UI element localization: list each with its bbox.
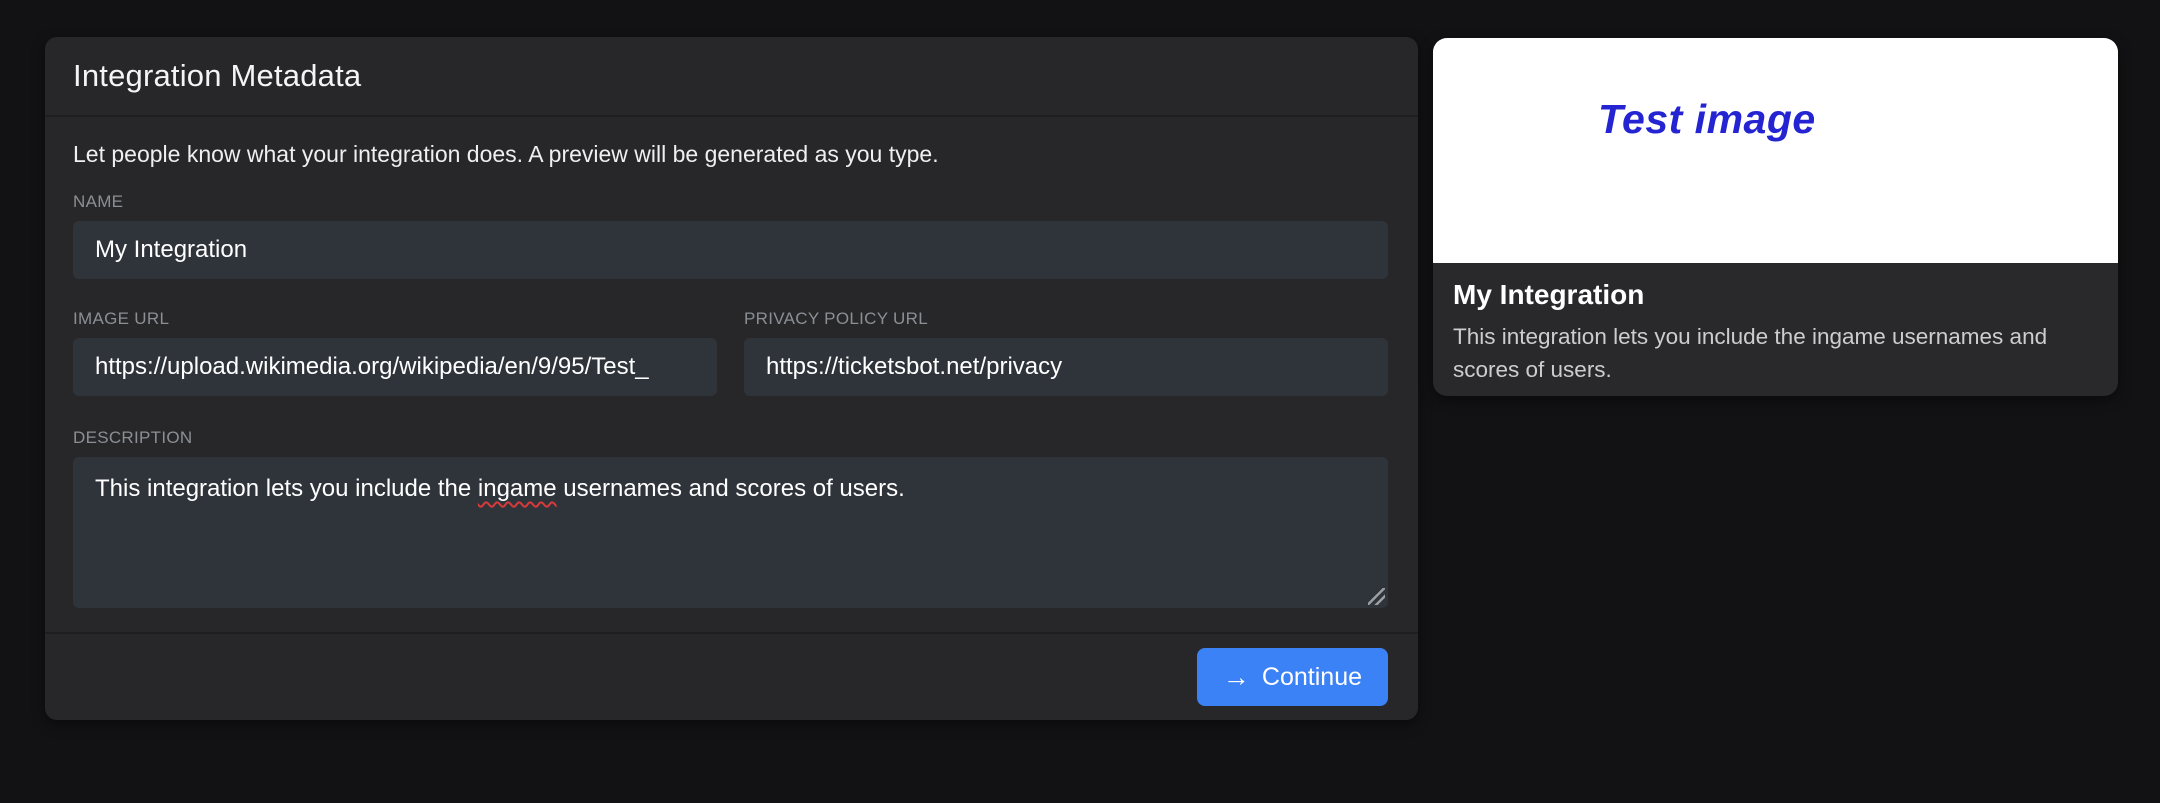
name-input[interactable]	[73, 221, 1388, 279]
description-label: DESCRIPTION	[73, 428, 1388, 448]
privacy-policy-url-label: PRIVACY POLICY URL	[744, 309, 1388, 329]
description-text-before: This integration lets you include the	[95, 475, 478, 502]
description-textarea[interactable]: This integration lets you include the in…	[73, 457, 1388, 608]
name-label: NAME	[73, 192, 1388, 212]
panel-subtitle: Let people know what your integration do…	[73, 141, 1388, 168]
description-text-after: usernames and scores of users.	[557, 475, 905, 502]
panel-footer: → Continue	[45, 632, 1418, 720]
textarea-resize-handle[interactable]	[1368, 588, 1385, 605]
description-misspelled-word: ingame	[478, 475, 557, 502]
integration-preview-card: Test image My Integration This integrati…	[1433, 38, 2118, 396]
description-field-group: DESCRIPTION This integration lets you in…	[73, 428, 1388, 608]
preview-image: Test image	[1433, 38, 2118, 263]
preview-image-text: Test image	[1598, 96, 1816, 143]
url-fields-row: IMAGE URL PRIVACY POLICY URL	[73, 309, 1388, 396]
preview-info: My Integration This integration lets you…	[1433, 263, 2118, 386]
continue-button[interactable]: → Continue	[1197, 648, 1388, 706]
name-field-group: NAME	[73, 192, 1388, 279]
page-title: Integration Metadata	[73, 58, 361, 94]
arrow-right-icon: →	[1223, 664, 1250, 691]
panel-header: Integration Metadata	[45, 37, 1418, 117]
image-url-label: IMAGE URL	[73, 309, 717, 329]
privacy-policy-url-field-group: PRIVACY POLICY URL	[744, 309, 1388, 396]
preview-description: This integration lets you include the in…	[1453, 320, 2068, 386]
image-url-field-group: IMAGE URL	[73, 309, 717, 396]
panel-body: Let people know what your integration do…	[45, 117, 1418, 632]
integration-metadata-panel: Integration Metadata Let people know wha…	[45, 37, 1418, 720]
image-url-input[interactable]	[73, 338, 717, 396]
continue-button-label: Continue	[1262, 663, 1362, 692]
privacy-policy-url-input[interactable]	[744, 338, 1388, 396]
preview-title: My Integration	[1453, 279, 2096, 311]
